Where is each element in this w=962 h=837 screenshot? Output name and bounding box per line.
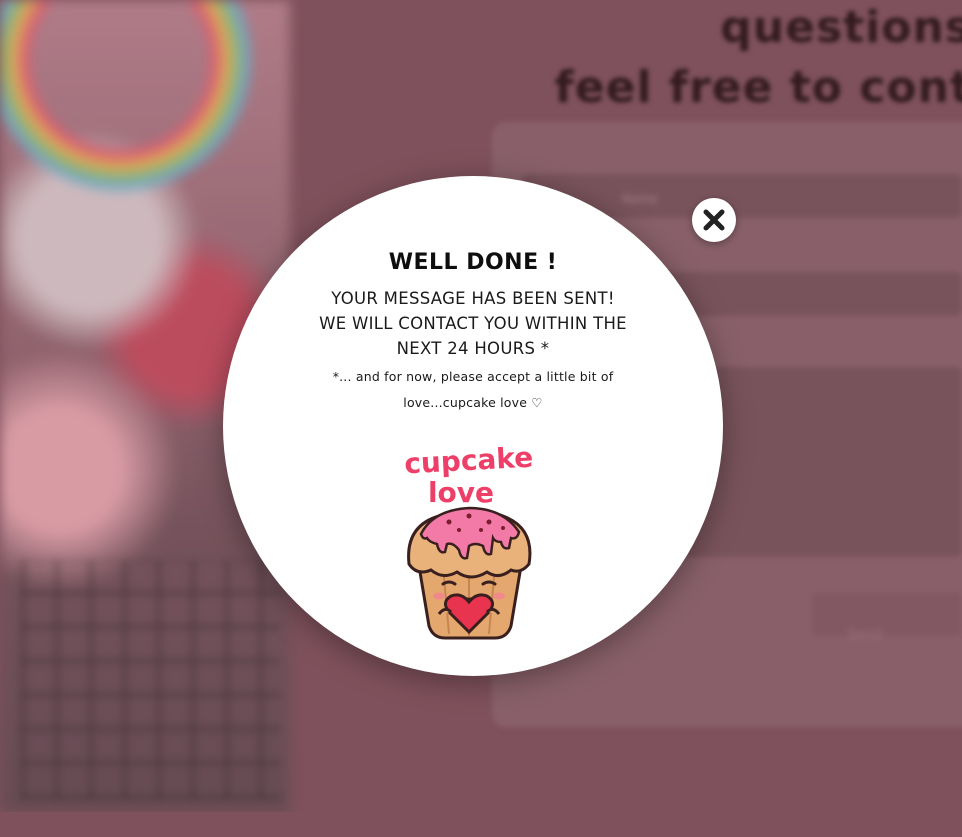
- modal-message-line: NEXT 24 HOURS *: [396, 339, 550, 358]
- modal-title: WELL DONE !: [388, 250, 558, 275]
- modal-note: *... and for now, please accept a little…: [313, 364, 633, 416]
- cupcake-caption-line-2: love: [428, 476, 494, 509]
- modal-message-line: WE WILL CONTACT YOU WITHIN THE: [319, 314, 627, 333]
- modal-note-line: *... and for now, please accept a little…: [332, 369, 614, 384]
- cupcake-icon: cupcake love: [403, 446, 534, 640]
- success-modal: WELL DONE ! YOUR MESSAGE HAS BEEN SENT! …: [223, 176, 723, 676]
- close-icon: [703, 209, 725, 231]
- close-modal-button[interactable]: [692, 198, 736, 242]
- modal-note-line: love...cupcake love ♡: [403, 395, 543, 410]
- modal-message: YOUR MESSAGE HAS BEEN SENT! WE WILL CONT…: [283, 286, 663, 361]
- modal-message-line: YOUR MESSAGE HAS BEEN SENT!: [331, 289, 615, 308]
